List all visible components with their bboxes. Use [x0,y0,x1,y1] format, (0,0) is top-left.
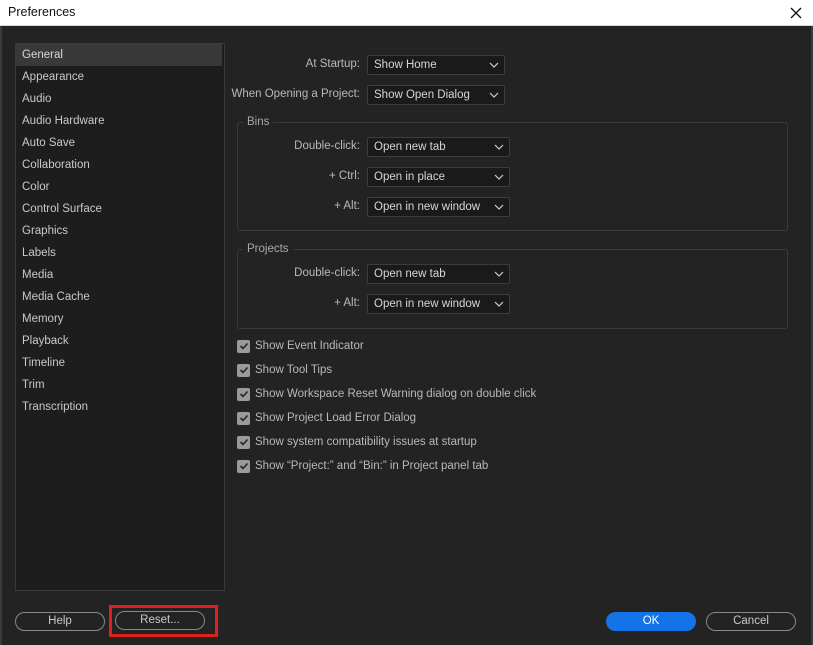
checkbox-checked-icon [237,363,250,377]
chevron-down-icon [494,204,504,210]
projects-alt-value: Open in new window [374,298,481,310]
sidebar-item-labels[interactable]: Labels [16,242,222,264]
sidebar-item-memory[interactable]: Memory [16,308,222,330]
show-workspace-reset-warning-label: Show Workspace Reset Warning dialog on d… [255,388,537,400]
bins-alt-label: + Alt: [334,200,360,212]
projects-group [237,249,788,329]
show-event-indicator-label: Show Event Indicator [255,340,364,352]
reset-highlight-box [109,605,218,637]
checkbox-checked-icon [237,339,250,353]
sidebar-item-audio-hardware[interactable]: Audio Hardware [16,110,222,132]
at-startup-label: At Startup: [305,58,360,70]
sidebar-item-graphics[interactable]: Graphics [16,220,222,242]
when-opening-project-label: When Opening a Project: [231,88,361,100]
sidebar-item-media[interactable]: Media [16,264,222,286]
projects-group-title: Projects [243,243,293,255]
show-workspace-reset-warning-checkbox[interactable]: Show Workspace Reset Warning dialog on d… [237,386,536,402]
show-tool-tips-label: Show Tool Tips [255,364,333,376]
show-system-compatibility-label: Show system compatibility issues at star… [255,436,477,448]
chevron-down-icon [494,144,504,150]
chevron-down-icon [494,301,504,307]
when-opening-project-dropdown[interactable]: Show Open Dialog [367,85,505,105]
help-button[interactable]: Help [15,612,105,631]
when-opening-project-value: Show Open Dialog [374,89,470,101]
sidebar-item-trim[interactable]: Trim [16,374,222,396]
bins-ctrl-label: + Ctrl: [329,170,360,182]
preferences-sidebar: General Appearance Audio Audio Hardware … [15,43,225,591]
at-startup-dropdown[interactable]: Show Home [367,55,505,75]
checkbox-checked-icon [237,387,250,401]
projects-double-click-dropdown[interactable]: Open new tab [367,264,510,284]
projects-double-click-value: Open new tab [374,268,446,280]
chevron-down-icon [494,271,504,277]
sidebar-item-media-cache[interactable]: Media Cache [16,286,222,308]
chevron-down-icon [489,62,499,68]
checkbox-checked-icon [237,459,250,473]
bins-group-title: Bins [243,116,274,128]
sidebar-item-control-surface[interactable]: Control Surface [16,198,222,220]
sidebar-item-auto-save[interactable]: Auto Save [16,132,222,154]
show-project-load-error-label: Show Project Load Error Dialog [255,412,417,424]
show-project-bin-in-tab-checkbox[interactable]: Show “Project:” and “Bin:” in Project pa… [237,458,488,474]
checkbox-checked-icon [237,435,250,449]
bins-ctrl-dropdown[interactable]: Open in place [367,167,510,187]
bins-ctrl-value: Open in place [374,171,445,183]
sidebar-item-general[interactable]: General [16,44,222,66]
projects-alt-label: + Alt: [334,297,360,309]
sidebar-item-timeline[interactable]: Timeline [16,352,222,374]
cancel-button[interactable]: Cancel [706,612,796,631]
bins-double-click-value: Open new tab [374,141,446,153]
bins-alt-dropdown[interactable]: Open in new window [367,197,510,217]
at-startup-value: Show Home [374,59,437,71]
show-system-compatibility-checkbox[interactable]: Show system compatibility issues at star… [237,434,477,450]
sidebar-item-playback[interactable]: Playback [16,330,222,352]
window-title: Preferences [8,5,76,19]
show-project-bin-in-tab-label: Show “Project:” and “Bin:” in Project pa… [255,460,489,472]
ok-button[interactable]: OK [606,612,696,631]
bins-alt-value: Open in new window [374,201,481,213]
bins-double-click-dropdown[interactable]: Open new tab [367,137,510,157]
sidebar-item-audio[interactable]: Audio [16,88,222,110]
checkbox-checked-icon [237,411,250,425]
close-button[interactable] [779,0,813,26]
sidebar-item-color[interactable]: Color [16,176,222,198]
chevron-down-icon [494,174,504,180]
sidebar-item-collaboration[interactable]: Collaboration [16,154,222,176]
window-frame-left [0,26,2,645]
sidebar-item-appearance[interactable]: Appearance [16,66,222,88]
show-project-load-error-checkbox[interactable]: Show Project Load Error Dialog [237,410,416,426]
projects-alt-dropdown[interactable]: Open in new window [367,294,510,314]
close-icon [790,7,802,19]
projects-double-click-label: Double-click: [294,267,360,279]
bins-double-click-label: Double-click: [294,140,360,152]
sidebar-item-transcription[interactable]: Transcription [16,396,222,418]
title-bar: Preferences [0,0,813,26]
show-event-indicator-checkbox[interactable]: Show Event Indicator [237,338,364,354]
chevron-down-icon [489,92,499,98]
show-tool-tips-checkbox[interactable]: Show Tool Tips [237,362,332,378]
